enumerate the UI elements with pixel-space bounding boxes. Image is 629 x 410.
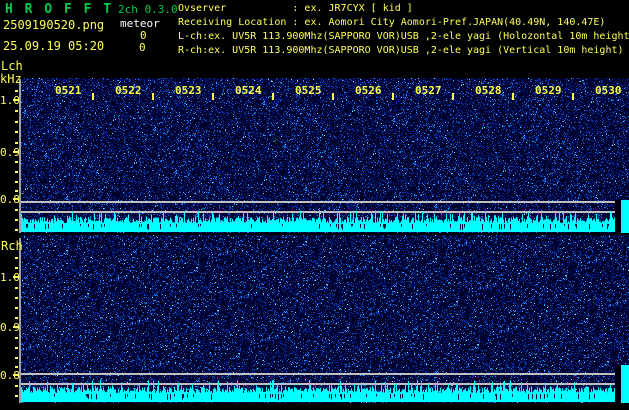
axis-tick — [392, 93, 394, 100]
app-version: 2ch 0.3.0 — [118, 3, 178, 16]
axis-tick — [15, 317, 18, 319]
axis-tick — [13, 326, 19, 328]
axis-tick — [13, 198, 19, 200]
app-title: H R O F F T — [5, 2, 114, 17]
hrofft-screen: H R O F F T 2ch 0.3.0 2509190520.png met… — [0, 0, 629, 410]
lch-config-line: L-ch:ex. UV5R 113.900Mhz(SAPPORO VOR)USB… — [178, 31, 629, 42]
lch-label: Lch — [1, 59, 23, 73]
axis-tick — [15, 395, 18, 397]
time-label-0530-jst: 0530 JST — [595, 84, 629, 97]
axis-tick — [15, 347, 18, 349]
axis-tick — [452, 93, 454, 100]
axis-tick — [15, 366, 18, 368]
axis-tick — [13, 276, 19, 278]
axis-tick — [13, 99, 19, 101]
axis-tick — [92, 93, 94, 100]
time-label-0528: 0528 — [475, 84, 502, 97]
axis-tick — [15, 110, 18, 112]
khz-unit-label: kHz — [0, 72, 22, 86]
rch-spectrogram — [21, 235, 629, 403]
time-label-0524: 0524 — [235, 84, 262, 97]
axis-tick — [332, 93, 334, 100]
axis-tick — [572, 93, 574, 100]
axis-tick — [15, 357, 18, 359]
time-label-0525: 0525 — [295, 84, 322, 97]
datetime-label: 25.09.19 05:20 — [3, 39, 105, 53]
axis-tick — [15, 209, 18, 211]
axis-tick — [272, 93, 274, 100]
axis-tick — [15, 121, 18, 123]
axis-tick — [15, 161, 18, 163]
axis-tick — [15, 90, 18, 92]
axis-tick — [15, 131, 18, 133]
time-label-0527: 0527 — [415, 84, 442, 97]
axis-tick — [15, 287, 18, 289]
time-label-0529: 0529 — [535, 84, 562, 97]
axis-tick — [13, 374, 19, 376]
axis-tick — [15, 337, 18, 339]
time-label-0523: 0523 — [175, 84, 202, 97]
output-filename: 2509190520.png — [3, 18, 105, 32]
axis-tick — [13, 151, 19, 153]
axis-tick — [15, 385, 18, 387]
axis-tick — [15, 142, 18, 144]
time-label-0522: 0522 — [115, 84, 142, 97]
axis-tick — [512, 93, 514, 100]
time-label-0526: 0526 — [355, 84, 382, 97]
meteor-count-2: 0 — [139, 41, 146, 54]
axis-tick — [15, 297, 18, 299]
axis-tick — [15, 171, 18, 173]
axis-tick — [15, 229, 18, 231]
axis-tick — [15, 267, 18, 269]
axis-tick — [15, 219, 18, 221]
rch-config-line: R-ch:ex. UV5R 113.900Mhz(SAPPORO VOR)USB… — [178, 45, 624, 56]
axis-tick — [15, 181, 18, 183]
axis-tick — [152, 93, 154, 100]
location-line: Receiving Location : ex. Aomori City Aom… — [178, 17, 606, 28]
lch-spectrogram — [21, 78, 629, 233]
axis-tick — [15, 257, 18, 259]
time-label-0521: 0521 — [55, 84, 82, 97]
axis-tick — [15, 190, 18, 192]
observer-line: Ovserver : ex. JR7CYX [ kid ] — [178, 3, 413, 14]
axis-tick — [15, 307, 18, 309]
rch-label: Rch — [1, 239, 23, 253]
axis-tick — [212, 93, 214, 100]
